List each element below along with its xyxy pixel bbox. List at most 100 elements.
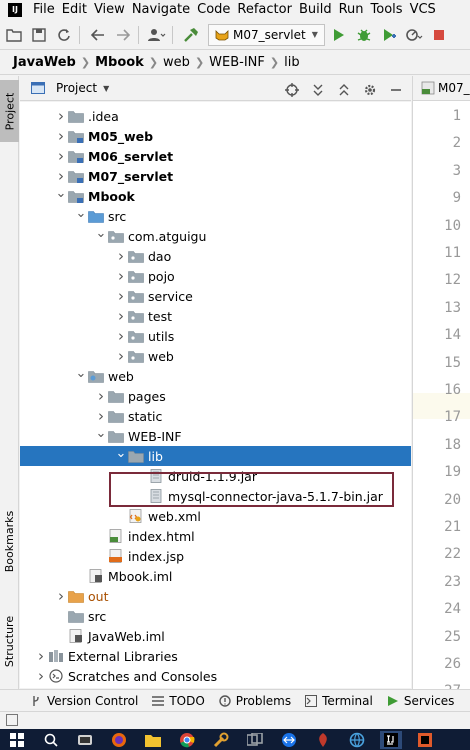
breadcrumb-lib[interactable]: lib <box>281 55 302 70</box>
chrome-icon[interactable] <box>176 731 198 749</box>
tree-node[interactable]: › M05_web <box>20 126 411 146</box>
tree-node[interactable]: ⌄ com.atguigu <box>20 226 411 246</box>
tree-node[interactable]: index.jsp <box>20 546 411 566</box>
project-panel-title[interactable]: Project <box>56 81 97 95</box>
breadcrumb-web-inf[interactable]: WEB-INF <box>206 55 268 70</box>
breadcrumb-javaweb[interactable]: JavaWeb <box>10 55 79 70</box>
collapsed-arrow-icon[interactable]: › <box>54 127 68 145</box>
expand-all-icon[interactable] <box>307 79 329 101</box>
menu-refactor[interactable]: Refactor <box>234 2 296 17</box>
teamviewer-icon[interactable] <box>278 731 300 749</box>
task-view-icon[interactable] <box>74 731 96 749</box>
save-icon[interactable] <box>28 24 50 46</box>
menu-vcs[interactable]: VCS <box>407 2 440 17</box>
network-app-icon[interactable] <box>346 731 368 749</box>
tab-todo[interactable]: TODO <box>152 694 205 708</box>
collapsed-arrow-icon[interactable]: › <box>94 407 108 425</box>
menu-build[interactable]: Build <box>296 2 336 17</box>
collapsed-arrow-icon[interactable]: › <box>114 327 128 345</box>
collapsed-arrow-icon[interactable]: › <box>114 347 128 365</box>
breadcrumb-web[interactable]: web <box>160 55 193 70</box>
search-icon[interactable] <box>40 731 62 749</box>
tree-node[interactable]: › test <box>20 306 411 326</box>
tree-node[interactable]: › web <box>20 346 411 366</box>
expanded-arrow-icon[interactable]: ⌄ <box>94 426 108 441</box>
tab-structure[interactable]: Structure <box>0 601 19 681</box>
expanded-arrow-icon[interactable]: ⌄ <box>54 186 68 201</box>
tab-services[interactable]: Services <box>387 694 454 708</box>
intellij-second-window-icon[interactable] <box>414 731 436 749</box>
crosshair-icon[interactable] <box>281 79 303 101</box>
collapse-all-icon[interactable] <box>333 79 355 101</box>
expanded-arrow-icon[interactable]: ⌄ <box>74 206 88 221</box>
collapsed-arrow-icon[interactable]: › <box>114 307 128 325</box>
tree-node[interactable]: › External Libraries <box>20 646 411 666</box>
tree-node[interactable]: › Scratches and Consoles <box>20 666 411 686</box>
forward-icon[interactable] <box>112 24 134 46</box>
tree-node[interactable]: Mbook.iml <box>20 566 411 586</box>
user-icon[interactable] <box>146 24 168 46</box>
tree-node[interactable]: druid-1.1.9.jar <box>20 466 411 486</box>
tree-node[interactable]: ⌄ web <box>20 366 411 386</box>
menu-tools[interactable]: Tools <box>368 2 407 17</box>
tree-node[interactable]: › out <box>20 586 411 606</box>
tree-node[interactable]: › utils <box>20 326 411 346</box>
collapsed-arrow-icon[interactable]: › <box>34 647 48 665</box>
collapsed-arrow-icon[interactable]: › <box>54 107 68 125</box>
tree-node[interactable]: ⌄ src <box>20 206 411 226</box>
debug-icon[interactable] <box>353 24 375 46</box>
gear-icon[interactable] <box>359 79 381 101</box>
sync-icon[interactable] <box>53 24 75 46</box>
tree-node[interactable]: › dao <box>20 246 411 266</box>
collapsed-arrow-icon[interactable]: › <box>34 667 48 685</box>
tree-node[interactable]: › pojo <box>20 266 411 286</box>
collapsed-arrow-icon[interactable]: › <box>54 167 68 185</box>
back-icon[interactable] <box>87 24 109 46</box>
menu-run[interactable]: Run <box>336 2 368 17</box>
chevron-down-icon[interactable]: ▼ <box>103 84 109 93</box>
collapsed-arrow-icon[interactable]: › <box>114 267 128 285</box>
profile-icon[interactable] <box>403 24 425 46</box>
run-icon[interactable] <box>328 24 350 46</box>
stop-icon[interactable] <box>428 24 450 46</box>
tree-node[interactable]: src <box>20 606 411 626</box>
tree-node[interactable]: › M06_servlet <box>20 146 411 166</box>
tab-terminal[interactable]: Terminal <box>305 694 373 708</box>
tree-node[interactable]: ⌄ Mbook <box>20 186 411 206</box>
firefox-icon[interactable] <box>108 731 130 749</box>
editor-tab[interactable]: M07_ <box>413 76 470 101</box>
open-icon[interactable] <box>3 24 25 46</box>
tools-app-icon[interactable] <box>210 731 232 749</box>
tab-project[interactable]: Project <box>0 80 19 142</box>
collapsed-arrow-icon[interactable]: › <box>54 147 68 165</box>
intellij-taskbar-icon[interactable] <box>380 730 402 749</box>
tree-node[interactable]: › M07_servlet <box>20 166 411 186</box>
tree-node[interactable]: mysql-connector-java-5.1.7-bin.jar <box>20 486 411 506</box>
tree-node[interactable]: JavaWeb.iml <box>20 626 411 646</box>
status-layout-icon[interactable] <box>6 714 18 729</box>
menu-code[interactable]: Code <box>194 2 234 17</box>
vmware-icon[interactable] <box>244 731 266 749</box>
tab-version-control[interactable]: Version Control <box>30 694 138 708</box>
coverage-icon[interactable] <box>378 24 400 46</box>
menu-file[interactable]: File <box>30 2 59 17</box>
expanded-arrow-icon[interactable]: ⌄ <box>94 226 108 241</box>
expanded-arrow-icon[interactable]: ⌄ <box>74 366 88 381</box>
app-red-icon[interactable] <box>312 731 334 749</box>
tree-node[interactable]: web.xml <box>20 506 411 526</box>
tab-problems[interactable]: Problems <box>219 694 291 708</box>
tab-bookmarks[interactable]: Bookmarks <box>0 496 19 586</box>
menu-navigate[interactable]: Navigate <box>129 2 194 17</box>
tree-node[interactable]: ⌄ WEB-INF <box>20 426 411 446</box>
menu-edit[interactable]: Edit <box>59 2 91 17</box>
collapsed-arrow-icon[interactable]: › <box>94 387 108 405</box>
collapsed-arrow-icon[interactable]: › <box>54 587 68 605</box>
tree-node[interactable]: › service <box>20 286 411 306</box>
minimize-icon[interactable] <box>385 79 407 101</box>
menu-view[interactable]: View <box>91 2 129 17</box>
intellij-logo-icon[interactable]: IJ <box>8 2 22 17</box>
tree-node[interactable]: › pages <box>20 386 411 406</box>
run-configuration-dropdown[interactable]: M07_servlet ▼ <box>208 23 325 46</box>
breadcrumb-mbook[interactable]: Mbook <box>92 55 147 70</box>
file-explorer-icon[interactable] <box>142 731 164 749</box>
